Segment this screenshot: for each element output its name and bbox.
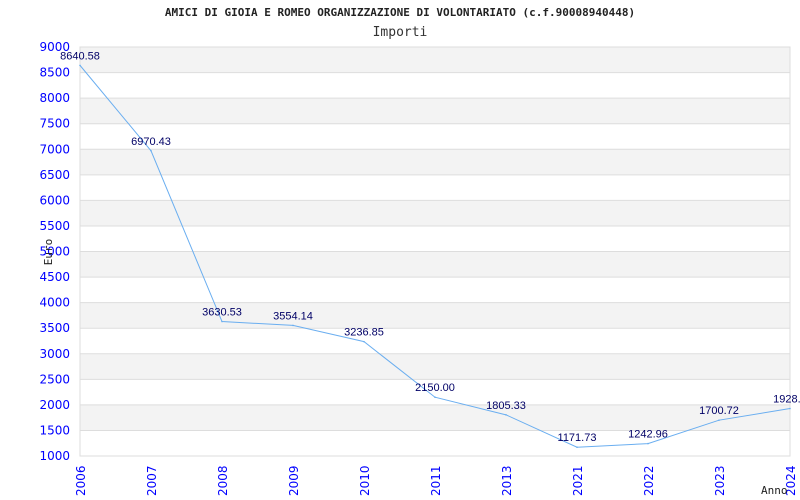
grid-band [80,149,790,175]
x-tick-label: 2008 [216,465,230,496]
x-tick-label: 2011 [429,465,443,496]
data-point [718,419,720,421]
data-label: 3630.53 [202,307,242,319]
grid-band [80,225,790,252]
grid-band [80,430,790,456]
y-tick-label: 1500 [39,423,70,437]
y-tick-label: 6000 [39,193,70,207]
grid-band [80,47,790,73]
y-tick-label: 7500 [39,117,70,131]
grid-band [80,302,790,329]
grid-band [80,404,790,431]
data-label: 1242.96 [628,429,668,441]
y-tick-label: 6500 [39,168,70,182]
grid-band [80,251,790,278]
data-point [79,64,81,67]
x-tick-label: 2006 [74,465,88,496]
x-axis-label: Anno [761,484,788,497]
data-label: 1171.73 [558,432,597,444]
x-tick-label: 2009 [287,465,301,496]
y-axis-label: Euro [42,239,55,266]
y-tick-label: 4500 [39,270,70,284]
data-point [363,340,365,343]
x-tick-label: 2021 [571,465,585,496]
grid-band [80,174,790,201]
y-tick-label: 4000 [39,296,70,310]
grid-band [80,98,790,124]
grid-band [80,200,790,226]
data-label: 8640.58 [60,50,100,62]
grid-band [80,328,790,354]
data-label: 1928.8 [773,394,800,406]
grid-band [80,353,790,380]
y-tick-label: 8500 [39,66,70,80]
x-tick-label: 2022 [642,465,656,496]
data-label: 1805.33 [486,400,526,412]
y-tick-label: 7000 [39,142,70,156]
data-point [576,446,578,449]
grid-band [80,72,790,99]
x-tick-label: 2013 [500,465,514,496]
y-tick-label: 1000 [39,449,70,463]
data-label: 3236.85 [344,327,384,339]
grid-band [80,123,790,150]
data-label: 2150.00 [415,382,455,394]
data-point [221,320,223,323]
x-tick-label: 2010 [358,465,372,496]
data-point [434,396,436,399]
y-tick-label: 3000 [39,347,70,361]
y-tick-label: 3500 [39,321,70,335]
data-label: 1700.72 [699,405,739,417]
grid-band [80,277,790,303]
x-tick-label: 2007 [145,465,159,496]
data-point [789,407,791,410]
data-point [150,149,152,152]
data-point [292,324,294,327]
data-label: 6970.43 [131,136,171,148]
data-point [647,442,649,445]
y-tick-label: 8000 [39,91,70,105]
data-label: 3554.14 [273,310,313,322]
data-point [505,414,507,416]
y-tick-label: 2000 [39,398,70,412]
x-tick-label: 2023 [713,465,727,496]
y-tick-label: 5500 [39,219,70,233]
y-tick-label: 2500 [39,372,70,386]
line-chart: 1000150020002500300035004000450050005500… [39,40,800,497]
